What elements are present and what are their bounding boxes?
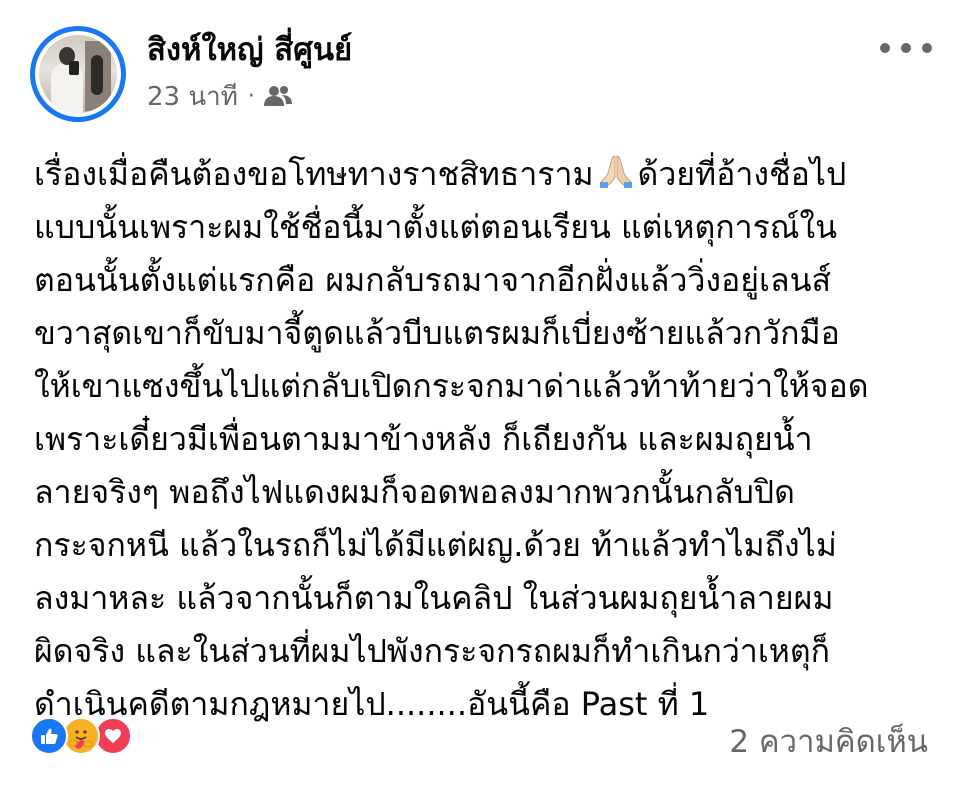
comment-count-link[interactable]: 2 ความคิดเห็น [729,722,928,762]
post-line-text: ด้วยที่อ้างชื่อไป [637,155,847,193]
photo-phone [69,61,79,75]
photo-background-person [91,55,103,95]
post-line: ลงมาหละ แล้วจากนั้นก็ตามในคลิป ในส่วนผมถ… [34,579,834,617]
avatar-photo [39,35,117,113]
post-card: สิงห์ใหญ่ สี่ศูนย์ 23 นาที · เรื่องเมื่อ… [0,0,960,796]
post-line: เพราะเดี๋ยวมีเพื่อนตามมาข้างหลัง ก็เถียง… [34,420,813,458]
reactions-summary[interactable] [30,716,132,756]
post-time[interactable]: 23 นาที [147,76,238,117]
more-dot [880,43,890,53]
friends-icon[interactable] [263,84,293,108]
more-options-button[interactable] [880,30,932,66]
post-text: เรื่องเมื่อคืนต้องขอโทษทางราชสิทธาราม ด้… [34,148,934,731]
post-line: ตอนนั้นตั้งแต่แรกคือ ผมกลับรถมาจากอีกฝั่… [34,261,831,299]
more-dot [922,43,932,53]
folded-hands-icon [598,152,634,188]
post-line: ลายจริงๆ พอถึงไฟแดงผมก็จอดพอลงมากพวกนั้น… [34,473,795,511]
author-name[interactable]: สิงห์ใหญ่ สี่ศูนย์ [147,30,352,70]
post-line: ขวาสุดเขาก็ขับมาจี้ตูดแล้วบีบแตรผมก็เบี่… [34,314,840,352]
more-dot [901,43,911,53]
post-line: เรื่องเมื่อคืนต้องขอโทษทางราชสิทธาราม ด้… [34,148,934,201]
meta-separator: · [247,83,255,109]
post-line: กระจกหนี แล้วในรถก็ไม่ได้มีแต่ผญ.ด้วย ท้… [34,526,837,564]
post-line: แบบนั้นเพราะผมใช้ชื่อนี้มาตั้งแต่ตอนเรีย… [34,208,837,246]
post-line-text: เรื่องเมื่อคืนต้องขอโทษทางราชสิทธาราม [34,155,594,193]
avatar-ring [35,31,121,117]
post-line: ผิดจริง และในส่วนที่ผมไปพังกระจกรถผมก็ทำ… [34,632,831,670]
post-line: ให้เขาแซงขึ้นไปแต่กลับเปิดกระจกมาด่าแล้ว… [34,367,869,405]
avatar[interactable] [30,26,126,122]
like-icon[interactable] [30,717,68,755]
post-meta: 23 นาที · [147,80,293,112]
